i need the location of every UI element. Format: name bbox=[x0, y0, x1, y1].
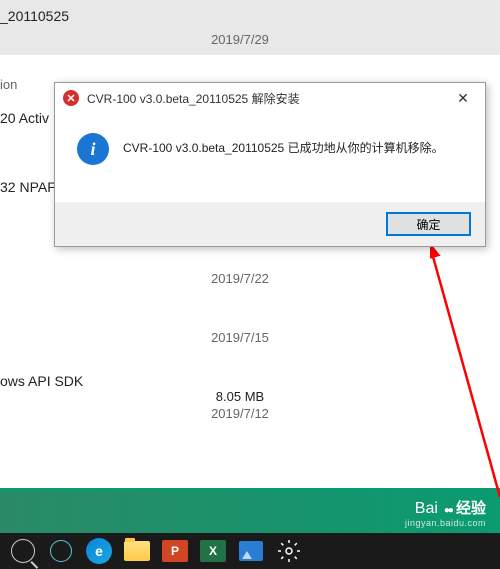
watermark-brand: Bai bbox=[415, 500, 438, 518]
excel-icon[interactable]: X bbox=[196, 536, 230, 566]
app-item[interactable]: 2019/7/15 bbox=[0, 294, 500, 353]
dialog-titlebar[interactable]: ✕ CVR-100 v3.0.beta_20110525 解除安装 ✕ bbox=[55, 83, 485, 113]
app-date: 2019/7/22 bbox=[0, 271, 480, 286]
dialog-footer: 确定 bbox=[55, 202, 485, 246]
dialog-body: i CVR-100 v3.0.beta_20110525 已成功地从你的计算机移… bbox=[55, 113, 485, 177]
search-icon[interactable] bbox=[6, 536, 40, 566]
paw-icon: ●● bbox=[444, 505, 452, 516]
app-item[interactable]: _20110525 2019/7/29 bbox=[0, 0, 500, 55]
app-date: 2019/7/29 bbox=[0, 32, 480, 47]
app-name: ows API SDK bbox=[0, 373, 480, 389]
powerpoint-icon[interactable]: P bbox=[158, 536, 192, 566]
app-date: 2019/7/12 bbox=[0, 406, 480, 421]
uninstall-dialog: ✕ CVR-100 v3.0.beta_20110525 解除安装 ✕ i CV… bbox=[54, 82, 486, 247]
error-icon: ✕ bbox=[63, 90, 79, 106]
dialog-title: CVR-100 v3.0.beta_20110525 解除安装 bbox=[87, 90, 449, 107]
close-button[interactable]: ✕ bbox=[449, 87, 477, 109]
photos-icon[interactable] bbox=[234, 536, 268, 566]
folder-icon[interactable] bbox=[120, 536, 154, 566]
dialog-message: CVR-100 v3.0.beta_20110525 已成功地从你的计算机移除。 bbox=[123, 133, 444, 156]
settings-icon[interactable] bbox=[272, 536, 306, 566]
app-size: 8.05 MB bbox=[0, 389, 480, 404]
app-item[interactable]: ows API SDK 8.05 MB 2019/7/12 bbox=[0, 353, 500, 429]
watermark-url: jingyan.baidu.com bbox=[405, 518, 486, 528]
info-icon: i bbox=[77, 133, 109, 165]
ok-button[interactable]: 确定 bbox=[386, 212, 471, 236]
app-name: _20110525 bbox=[0, 8, 480, 24]
cortana-icon[interactable] bbox=[44, 536, 78, 566]
edge-icon[interactable]: e bbox=[82, 536, 116, 566]
taskbar[interactable]: e P X bbox=[0, 533, 500, 569]
watermark-cn: 经验 bbox=[456, 497, 486, 518]
app-date: 2019/7/15 bbox=[0, 330, 480, 345]
watermark-banner: Bai ●● 经验 jingyan.baidu.com bbox=[0, 491, 500, 533]
